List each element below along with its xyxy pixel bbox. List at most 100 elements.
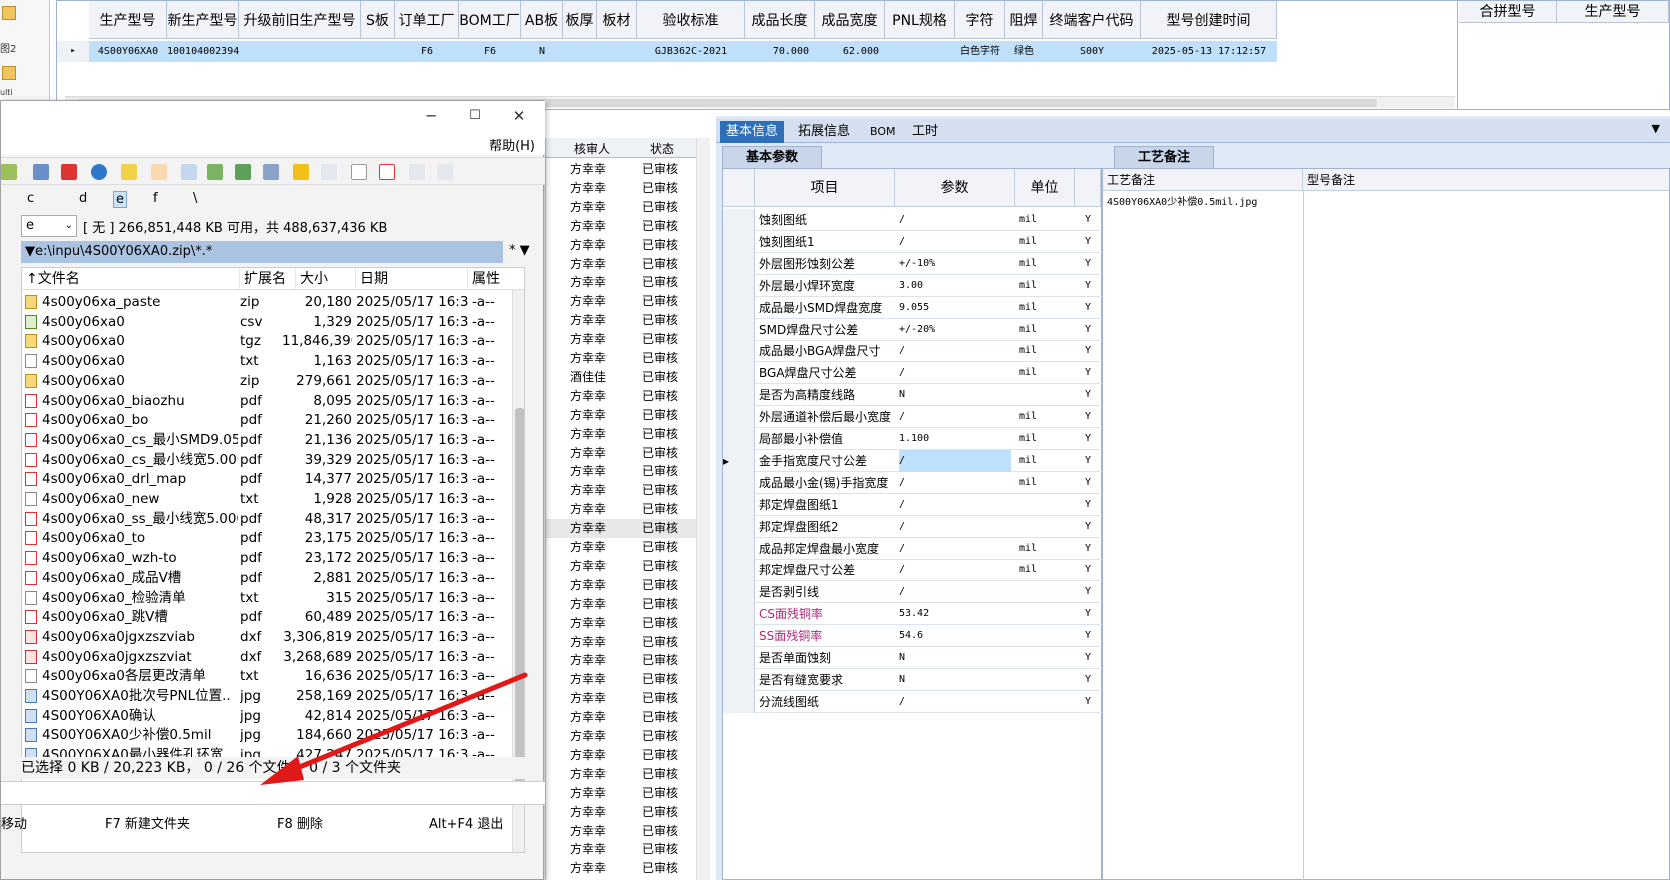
settings-icon[interactable]	[263, 164, 279, 180]
file-row[interactable]: 4s00y06xa0_wzh-to pdf 23,172 2025/05/17 16:…	[22, 548, 524, 569]
list-item[interactable]: 方幸幸 已审核	[546, 273, 696, 292]
list-item[interactable]: 方幸幸 已审核	[546, 803, 696, 822]
column-header[interactable]: 字符	[955, 1, 1005, 39]
column-header[interactable]: 验收标准	[637, 1, 745, 39]
move-button[interactable]: 移动	[1, 813, 27, 832]
path-filter-icon[interactable]: * ▼	[509, 243, 530, 258]
column-header-status[interactable]: 状态	[650, 140, 674, 157]
list-item[interactable]: 方幸幸 已审核	[546, 746, 696, 765]
file-icon[interactable]	[351, 164, 367, 180]
file-row[interactable]: 4s00y06xa0_cs_最小SMD9.055 pdf 21,136 2025/05…	[22, 430, 524, 451]
row-selector[interactable]: ▸	[723, 449, 755, 472]
row-selector[interactable]	[723, 581, 755, 604]
table-row[interactable]: 是否单面蚀刻 N Y	[723, 647, 1103, 669]
table-row[interactable]: BGA焊盘尺寸公差 / mil Y	[723, 362, 1103, 385]
list-item[interactable]: 方幸幸 已审核	[546, 595, 696, 614]
list-item[interactable]: 方幸幸 已审核	[546, 822, 696, 841]
chevron-down-icon[interactable]: ▼	[1652, 122, 1660, 135]
list-item[interactable]: 酒佳佳 已审核	[546, 368, 696, 387]
file-row[interactable]: 4s00y06xa0_跳V槽 pdf 60,489 2025/05/17 16:30-…	[22, 607, 524, 628]
folder-icon[interactable]	[2, 66, 16, 80]
param-value[interactable]: 53.42	[899, 603, 1011, 625]
param-value[interactable]: /	[899, 538, 1011, 560]
param-value[interactable]: 54.6	[899, 625, 1011, 647]
row-selector[interactable]	[723, 296, 755, 319]
table-row[interactable]: 是否剥引线 / Y	[723, 581, 1103, 604]
row-selector[interactable]	[723, 318, 755, 341]
param-value[interactable]: /	[899, 516, 1011, 538]
acrobat-icon[interactable]	[379, 164, 395, 180]
row-selector[interactable]	[723, 647, 755, 669]
list-item[interactable]: 方幸幸 已审核	[546, 311, 696, 330]
row-selector[interactable]	[723, 252, 755, 275]
menu-help[interactable]: 帮助(H)	[489, 135, 535, 154]
table-cell[interactable]	[563, 41, 597, 62]
table-cell[interactable]: 2025-05-13 17:12:57	[1141, 41, 1277, 62]
table-row[interactable]: ▸ 金手指宽度尺寸公差 / mil Y	[723, 449, 1103, 472]
file-row[interactable]: 4s00y06xa0_new txt 1,928 2025/05/17 16:30 -a…	[22, 489, 524, 510]
file-row[interactable]: 4s00y06xa0 zip 279,661 2025/05/17 16:31 -a--	[22, 371, 524, 392]
table-cell[interactable]: 绿色	[1005, 41, 1043, 62]
column-header[interactable]: 成品长度	[745, 1, 815, 39]
network-icon[interactable]	[207, 164, 223, 180]
drive-f[interactable]: f	[153, 191, 158, 206]
list-item[interactable]: 方幸幸 已审核	[546, 349, 696, 368]
row-selector[interactable]	[723, 230, 755, 253]
tab-work-hours[interactable]: 工时	[906, 121, 944, 143]
table-cell[interactable]: 4S00Y06XA0	[89, 41, 167, 62]
pdf-icon[interactable]	[61, 164, 77, 180]
row-selector[interactable]	[723, 537, 755, 560]
process-remark-text[interactable]: 4S00Y06XA0少补偿0.5mil.jpg	[1107, 193, 1297, 208]
column-header-item[interactable]: 项目	[755, 169, 895, 207]
list-item[interactable]: 方幸幸 已审核	[546, 840, 696, 859]
list-item[interactable]: 方幸幸 已审核	[546, 557, 696, 576]
row-selector[interactable]	[723, 625, 755, 648]
column-header[interactable]: 成品宽度	[815, 1, 885, 39]
table-row[interactable]: 外层最小焊环宽度 3.00 mil Y	[723, 274, 1103, 297]
file-row[interactable]: 4s00y06xa0_drl_map pdf 14,377 2025/05/17 16…	[22, 469, 524, 490]
table-row[interactable]: 邦定焊盘图纸2 / Y	[723, 515, 1103, 538]
column-header[interactable]: 板厚	[563, 1, 597, 39]
column-header[interactable]: 订单工厂	[395, 1, 459, 39]
column-header-ext[interactable]: 扩展名	[240, 268, 296, 290]
table-row[interactable]: 外层通道补偿后最小宽度 / mil Y	[723, 406, 1103, 429]
list-item[interactable]: 方幸幸 已审核	[546, 236, 696, 255]
param-value[interactable]: N	[899, 669, 1011, 691]
table-cell[interactable]: F6	[395, 41, 459, 62]
image-icon[interactable]	[235, 164, 251, 180]
panel-icon[interactable]	[437, 164, 453, 180]
drive-e[interactable]: e	[113, 191, 127, 208]
list-item[interactable]: 方幸幸 已审核	[546, 538, 696, 557]
file-row[interactable]: 4s00y06xa0 csv 1,329 2025/05/17 16:30 -a--	[22, 312, 524, 333]
table-row[interactable]: 分流线图纸 / Y	[723, 690, 1103, 713]
param-value[interactable]: N	[899, 384, 1011, 406]
table-row[interactable]: 成品邦定焊盘最小宽度 / mil Y	[723, 537, 1103, 560]
file-row[interactable]: 4s00y06xa0_成品V槽 pdf 2,881 2025/05/17 16:30-…	[22, 568, 524, 589]
drive-c[interactable]: c	[27, 191, 34, 206]
column-header-reviewer[interactable]: 核审人	[574, 140, 610, 157]
table-cell[interactable]: GJB362C-2021	[637, 41, 745, 62]
tab-basic-info[interactable]: 基本信息	[720, 121, 785, 143]
row-selector[interactable]	[723, 340, 755, 363]
command-line[interactable]	[1, 781, 545, 805]
column-header-unit[interactable]: 单位	[1015, 169, 1075, 207]
list-item[interactable]: 方幸幸 已审核	[546, 425, 696, 444]
folder-icon[interactable]	[2, 6, 16, 20]
param-value[interactable]: /	[899, 340, 1011, 362]
list-item[interactable]: 方幸幸 已审核	[546, 292, 696, 311]
column-header[interactable]: 新生产型号	[167, 1, 239, 39]
param-value[interactable]: +/-10%	[899, 253, 1011, 275]
column-header-date[interactable]: 日期	[356, 268, 468, 290]
row-selector[interactable]	[723, 384, 755, 407]
column-header[interactable]: AB板	[521, 1, 563, 39]
close-icon[interactable]: ✕	[509, 106, 529, 126]
column-header-model-remark[interactable]: 型号备注	[1303, 169, 1669, 191]
refresh-icon[interactable]	[1, 164, 17, 180]
param-value[interactable]: /	[899, 449, 1011, 472]
param-value[interactable]: /	[899, 406, 1011, 428]
list-item[interactable]: 方幸幸 已审核	[546, 406, 696, 425]
new-folder-button[interactable]: F7 新建文件夹	[105, 813, 190, 832]
column-header-production-model[interactable]: 生产型号	[1557, 1, 1669, 23]
list-item[interactable]: 方幸幸 已审核	[546, 217, 696, 236]
table-cell[interactable]: 70.000	[745, 41, 815, 62]
